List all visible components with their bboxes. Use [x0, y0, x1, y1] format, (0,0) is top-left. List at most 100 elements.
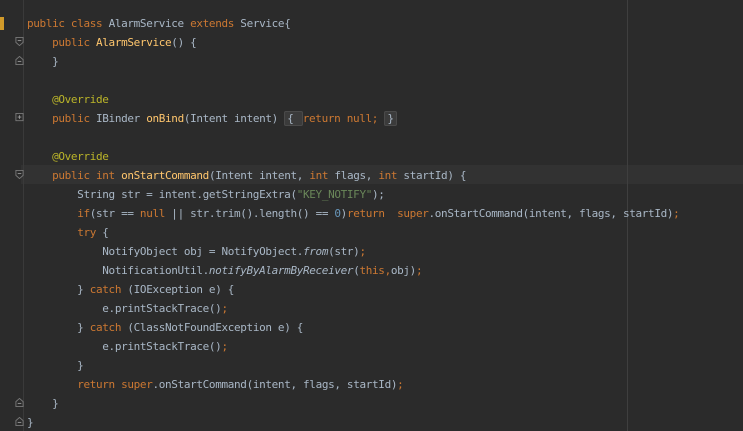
code-line[interactable]: @Override	[27, 90, 109, 109]
code-token: notifyByAlarmByReceiver	[208, 264, 354, 277]
code-token: AlarmService	[96, 36, 172, 49]
code-token: ;	[359, 245, 366, 258]
code-token: int	[309, 169, 335, 182]
code-line[interactable]: try {	[27, 223, 109, 242]
code-token: int	[96, 169, 122, 182]
code-line[interactable]: public int onStartCommand(Intent intent,…	[27, 166, 466, 185]
code-line[interactable]: NotificationUtil.notifyByAlarmByReceiver…	[27, 261, 422, 280]
code-token: AlarmService	[108, 17, 191, 30]
folded-region-brace[interactable]: {	[284, 111, 303, 126]
code-token: .onStartCommand(intent, flags, startId)	[428, 207, 674, 220]
code-token: (IOException e) {	[127, 283, 235, 296]
code-token: flags,	[334, 169, 379, 182]
code-token: Service{	[240, 17, 291, 30]
code-token: .onStartCommand(intent, flags, startId)	[152, 378, 398, 391]
code-line[interactable]: @Override	[27, 147, 109, 166]
code-token: public	[27, 17, 71, 30]
code-token: {	[102, 226, 109, 239]
code-token: extends	[190, 17, 241, 30]
code-token: return	[77, 378, 122, 391]
code-line[interactable]: if(str == null || str.trim().length() ==…	[27, 204, 680, 223]
code-line[interactable]: }	[27, 394, 59, 413]
code-line[interactable]: public class AlarmService extends Servic…	[27, 14, 291, 33]
code-token: ;	[371, 112, 385, 125]
code-line[interactable]: NotifyObject obj = NotifyObject.from(str…	[27, 242, 366, 261]
code-token: (Intent intent,	[208, 169, 310, 182]
code-line[interactable]: }	[27, 413, 34, 431]
code-token: ;	[221, 302, 228, 315]
code-token: onBind	[146, 112, 184, 125]
code-token: return	[302, 112, 347, 125]
code-token: catch	[89, 321, 128, 334]
code-line[interactable]: e.printStackTrace();	[27, 337, 228, 356]
code-token: (Intent intent)	[183, 112, 285, 125]
code-line[interactable]: String str = intent.getStringExtra("KEY_…	[27, 185, 385, 204]
code-line[interactable]: }	[27, 356, 84, 375]
folded-region-brace[interactable]: }	[384, 111, 397, 126]
code-token: @Override	[52, 150, 109, 163]
code-token: (str ==	[89, 207, 140, 220]
collapse-fold-icon[interactable]	[15, 398, 24, 407]
collapse-fold-icon[interactable]	[15, 417, 24, 426]
code-line[interactable]: public IBinder onBind(Intent intent) { r…	[27, 109, 397, 128]
code-token: null	[346, 112, 372, 125]
vcs-change-marker	[0, 17, 4, 30]
code-token: }	[27, 283, 90, 296]
code-line[interactable]: } catch (IOException e) {	[27, 280, 234, 299]
code-token: obj)	[390, 264, 416, 277]
code-token: from	[303, 245, 329, 258]
code-token: catch	[89, 283, 128, 296]
code-token: return	[346, 207, 398, 220]
code-token: super	[121, 378, 153, 391]
code-line[interactable]: public AlarmService() {	[27, 33, 197, 52]
code-token: public	[52, 169, 97, 182]
code-token: }	[27, 321, 90, 334]
code-token: IBinder	[96, 112, 147, 125]
code-editor[interactable]: public class AlarmService extends Servic…	[0, 0, 743, 431]
code-line[interactable]: } catch (ClassNotFoundException e) {	[27, 318, 303, 337]
code-token: () {	[171, 36, 197, 49]
code-token: NotificationUtil.	[27, 264, 209, 277]
code-line[interactable]: }	[27, 52, 59, 71]
collapse-fold-icon[interactable]	[15, 170, 24, 179]
code-token: (str)	[328, 245, 360, 258]
code-token: ;	[415, 264, 423, 277]
code-token: }	[27, 416, 34, 429]
code-token: startId) {	[403, 169, 467, 182]
code-line[interactable]: e.printStackTrace();	[27, 299, 228, 318]
code-token: ;	[673, 207, 680, 220]
code-token: super	[397, 207, 429, 220]
code-token: null	[139, 207, 172, 220]
code-token: onStartCommand	[121, 169, 209, 182]
code-token: this	[359, 264, 385, 277]
code-token: public	[52, 36, 97, 49]
code-line[interactable]: return super.onStartCommand(intent, flag…	[27, 375, 404, 394]
expand-fold-icon[interactable]	[15, 113, 24, 122]
code-token: int	[378, 169, 404, 182]
code-token: );	[372, 188, 385, 201]
code-token: }	[27, 55, 59, 68]
code-token: if	[77, 207, 90, 220]
code-token: e.printStackTrace()	[27, 340, 222, 353]
code-token: ;	[397, 378, 404, 391]
code-token: e.printStackTrace()	[27, 302, 222, 315]
code-token: }	[27, 359, 84, 372]
code-token: public	[52, 112, 97, 125]
collapse-fold-icon[interactable]	[15, 56, 24, 65]
code-token: NotifyObject obj = NotifyObject.	[27, 245, 303, 258]
code-token: }	[27, 397, 59, 410]
code-token: ;	[221, 340, 228, 353]
collapse-fold-icon[interactable]	[15, 37, 24, 46]
code-token: "KEY_NOTIFY"	[296, 188, 373, 201]
code-token: String str = intent.getStringExtra(	[27, 188, 297, 201]
code-token: || str.trim().length() ==	[171, 207, 335, 220]
code-token: (ClassNotFoundException e) {	[127, 321, 304, 334]
